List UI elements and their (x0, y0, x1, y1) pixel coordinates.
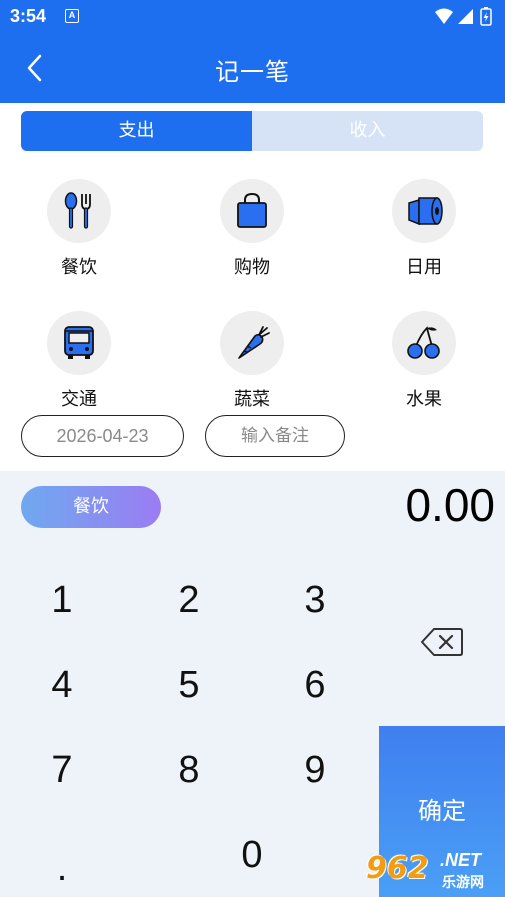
watermark-logo: 962 (366, 851, 429, 886)
backspace-button[interactable] (412, 620, 472, 664)
selected-category-chip: 餐饮 (21, 486, 161, 528)
site-watermark: 962 .NET 乐游网 (366, 846, 502, 894)
status-time: 3:54 (10, 6, 47, 26)
category-vegetables[interactable]: 蔬菜 (202, 311, 302, 411)
cherry-icon (407, 326, 440, 359)
category-icon-circle (392, 311, 456, 375)
category-label: 水果 (406, 389, 442, 410)
category-icon-circle (220, 311, 284, 375)
key-9[interactable]: 9 (265, 735, 365, 805)
category-transport[interactable]: 交通 (29, 311, 129, 411)
header-bar: 3:54 A 记一笔 (0, 0, 505, 103)
category-label: 餐饮 (61, 257, 97, 278)
category-label: 日用 (406, 257, 442, 278)
notification-icon: A (65, 9, 79, 23)
utensils-icon (64, 192, 91, 229)
wifi-icon (435, 8, 453, 24)
type-tabs: 支出 收入 (21, 111, 483, 151)
category-fruit[interactable]: 水果 (374, 311, 474, 411)
category-icon-circle (392, 179, 456, 243)
bus-icon (64, 326, 94, 359)
app-screen: 3:54 A 记一笔 支出 收入 餐饮 购物 日用 交通 蔬菜 水果 2026-… (0, 0, 505, 897)
key-decimal[interactable]: . (12, 833, 112, 897)
category-label: 交通 (61, 389, 97, 410)
watermark-net: .NET (440, 850, 482, 870)
signal-icon (458, 9, 473, 24)
category-daily[interactable]: 日用 (374, 179, 474, 279)
key-8[interactable]: 8 (139, 735, 239, 805)
page-title: 记一笔 (215, 58, 290, 86)
category-icon-circle (47, 311, 111, 375)
amount-display: 0.00 (405, 479, 495, 531)
category-icon-circle (47, 179, 111, 243)
key-2[interactable]: 2 (139, 565, 239, 635)
key-7[interactable]: 7 (12, 735, 112, 805)
category-icon-circle (220, 179, 284, 243)
tab-income[interactable]: 收入 (252, 111, 483, 151)
shopping-bag-icon (237, 192, 267, 228)
key-4[interactable]: 4 (12, 650, 112, 720)
key-1[interactable]: 1 (12, 565, 112, 635)
toilet-paper-icon (408, 197, 443, 226)
category-label: 蔬菜 (234, 389, 270, 410)
tab-expense[interactable]: 支出 (21, 111, 252, 151)
carrot-icon (238, 326, 270, 359)
key-0[interactable]: 0 (202, 820, 302, 890)
category-dining[interactable]: 餐饮 (29, 179, 129, 279)
note-input[interactable]: 输入备注 (205, 415, 345, 457)
date-picker[interactable]: 2026-04-23 (21, 415, 184, 457)
key-3[interactable]: 3 (265, 565, 365, 635)
key-6[interactable]: 6 (265, 650, 365, 720)
backspace-icon (421, 628, 463, 656)
status-icons (435, 7, 492, 26)
battery-icon (480, 7, 492, 26)
key-5[interactable]: 5 (139, 650, 239, 720)
watermark-site: 乐游网 (442, 875, 484, 891)
category-shopping[interactable]: 购物 (202, 179, 302, 279)
category-label: 购物 (234, 257, 270, 278)
